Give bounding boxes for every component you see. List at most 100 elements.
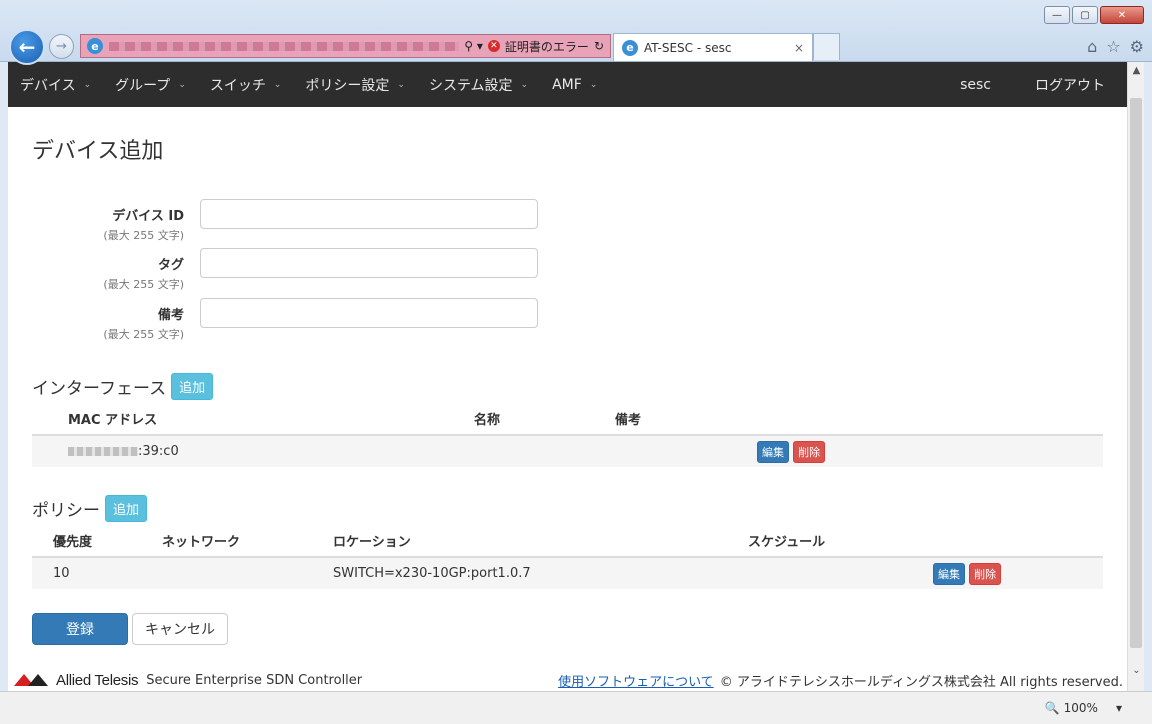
company-logo: Allied Telesis (14, 671, 139, 689)
nav-switches[interactable]: スイッチ ⌄ (198, 62, 294, 107)
home-icon[interactable]: ⌂ (1087, 37, 1097, 56)
policies-heading: ポリシー (32, 501, 100, 521)
chevron-down-icon: ⌄ (178, 79, 186, 90)
policies-section-header: ポリシー 追加 (32, 495, 148, 522)
nav-devices[interactable]: デバイス ⌄ (8, 62, 103, 107)
name-cell (474, 435, 615, 467)
chevron-down-icon: ⌄ (273, 79, 282, 90)
new-tab-button[interactable] (813, 33, 840, 60)
logout-link[interactable]: ログアウト (1013, 62, 1127, 107)
note-hint: (最大 255 文字) (103, 328, 184, 341)
mac-suffix: :39:c0 (138, 444, 179, 459)
browser-chrome: — ▢ ✕ ← → e ⚲ ▾ ✕ 証明書のエラー ↻ e AT-SESC - … (0, 0, 1152, 65)
note-cell (615, 435, 755, 467)
field-note: 備考 (最大 255 文字) (8, 298, 538, 342)
copyright-text: © アライドテレシスホールディングス株式会社 All rights reserv… (719, 674, 1123, 690)
tag-hint: (最大 255 文字) (103, 278, 184, 291)
blurred-mac-prefix (68, 447, 138, 456)
address-url-blurred (109, 41, 459, 51)
submit-button[interactable]: 登録 (32, 613, 128, 645)
page-scrollbar[interactable]: ▲ ⌄ (1127, 62, 1144, 691)
page-title: デバイス追加 (32, 139, 164, 164)
nav-policy-settings[interactable]: ポリシー設定 ⌄ (293, 62, 417, 107)
ie-page-icon: e (87, 38, 103, 54)
policies-table: 優先度 ネットワーク ロケーション スケジュール 10 SWITCH=x230-… (32, 525, 1103, 589)
schedule-cell (748, 557, 933, 589)
tab-title: AT-SESC - sesc (644, 40, 732, 55)
browser-tab[interactable]: e AT-SESC - sesc × (613, 33, 813, 61)
product-name: Secure Enterprise SDN Controller (146, 672, 363, 688)
minimize-button[interactable]: — (1044, 6, 1070, 24)
maximize-button[interactable]: ▢ (1072, 6, 1098, 24)
location-cell: SWITCH=x230-10GP:port1.0.7 (333, 557, 748, 589)
device-id-label: デバイス ID (112, 209, 184, 224)
window-controls: — ▢ ✕ (1044, 6, 1144, 24)
chevron-down-icon: ⌄ (520, 79, 529, 90)
zoom-icon: 🔍 (1044, 701, 1060, 715)
arrow-left-icon: ← (18, 35, 36, 59)
nav-amf[interactable]: AMF ⌄ (540, 62, 609, 107)
device-id-hint: (最大 255 文字) (103, 229, 184, 242)
edit-policy-button[interactable]: 編集 (933, 562, 965, 585)
footer: Allied Telesis Secure Enterprise SDN Con… (8, 669, 1127, 691)
interfaces-heading: インターフェース (32, 379, 167, 399)
col-mac: MAC アドレス (32, 403, 474, 436)
nav-label: デバイス (20, 77, 76, 94)
nav-system-settings[interactable]: システム設定 ⌄ (417, 62, 540, 107)
back-button[interactable]: ← (9, 29, 45, 65)
nav-label: AMF (552, 76, 582, 93)
nav-label: システム設定 (428, 77, 513, 94)
forward-button[interactable]: → (49, 34, 74, 59)
add-policy-button[interactable]: 追加 (105, 495, 148, 522)
table-row: :39:c0 編集 削除 (32, 435, 1103, 467)
zoom-level[interactable]: 100% (1064, 701, 1098, 715)
col-name: 名称 (474, 403, 615, 436)
note-label: 備考 (157, 308, 184, 323)
ie-tab-icon: e (622, 39, 638, 56)
table-row: 10 SWITCH=x230-10GP:port1.0.7 編集 削除 (32, 557, 1103, 589)
top-navbar: デバイス ⌄ グループ ⌄ スイッチ ⌄ ポリシー設定 ⌄ システム設定 ⌄ AMF ⌄ s… (8, 62, 1127, 107)
network-cell (162, 557, 333, 589)
chevron-down-icon: ⌄ (589, 79, 598, 90)
scroll-thumb[interactable] (1130, 98, 1142, 648)
cert-error-icon: ✕ (487, 40, 500, 52)
field-tag: タグ (最大 255 文字) (8, 248, 538, 292)
col-priority: 優先度 (32, 525, 162, 558)
nav-groups[interactable]: グループ ⌄ (103, 62, 198, 107)
tag-input[interactable] (200, 248, 538, 278)
scroll-down-icon[interactable]: ⌄ (1128, 662, 1145, 679)
col-location: ロケーション (333, 525, 748, 558)
software-info-link[interactable]: 使用ソフトウェアについて (558, 671, 714, 690)
delete-policy-button[interactable]: 削除 (969, 562, 1002, 585)
search-dropdown-icon[interactable]: ⚲ ▾ (464, 39, 483, 53)
col-network: ネットワーク (162, 525, 333, 558)
interfaces-section-header: インターフェース 追加 (32, 373, 214, 400)
add-interface-button[interactable]: 追加 (171, 373, 214, 400)
note-input[interactable] (200, 298, 538, 328)
tab-close-icon[interactable]: × (794, 41, 804, 55)
status-bar: 🔍 100% ▾ (0, 691, 1152, 724)
delete-interface-button[interactable]: 削除 (793, 440, 826, 463)
mac-cell: :39:c0 (32, 435, 474, 467)
arrow-right-icon: → (56, 39, 67, 54)
address-bar[interactable]: e ⚲ ▾ ✕ 証明書のエラー ↻ (80, 34, 611, 58)
close-window-button[interactable]: ✕ (1100, 6, 1144, 24)
scroll-up-icon[interactable]: ▲ (1128, 62, 1145, 79)
refresh-icon[interactable]: ↻ (594, 39, 604, 53)
nav-label: グループ (115, 77, 171, 94)
cancel-button[interactable]: キャンセル (132, 613, 228, 645)
nav-user[interactable]: sesc (938, 62, 1013, 107)
interfaces-table: MAC アドレス 名称 備考 :39:c0 編集 削除 (32, 403, 1103, 467)
logo-text: Allied Telesis (56, 671, 139, 689)
cert-error-label[interactable]: 証明書のエラー (505, 38, 589, 55)
browser-toolbar-icons: ⌂ ☆ ⚙ (1087, 37, 1144, 56)
gear-icon[interactable]: ⚙ (1130, 37, 1144, 56)
star-icon[interactable]: ☆ (1106, 37, 1120, 56)
zoom-dropdown-icon[interactable]: ▾ (1116, 701, 1122, 715)
field-device-id: デバイス ID (最大 255 文字) (8, 199, 538, 243)
device-id-input[interactable] (200, 199, 538, 229)
chevron-down-icon: ⌄ (83, 79, 92, 90)
tag-label: タグ (157, 258, 184, 273)
col-note: 備考 (615, 403, 755, 436)
edit-interface-button[interactable]: 編集 (757, 440, 789, 463)
